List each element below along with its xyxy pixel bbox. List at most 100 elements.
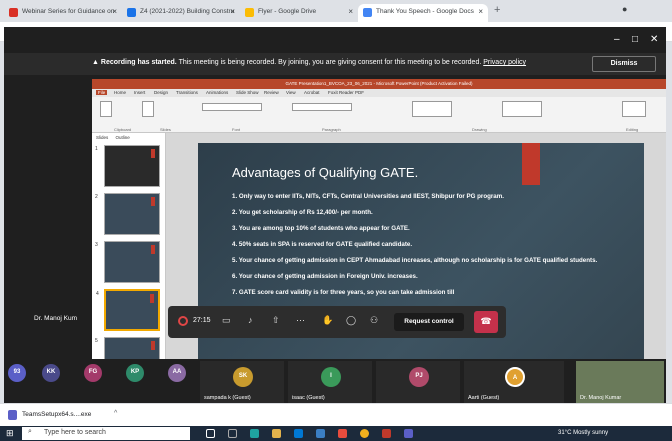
- ribbon-tab-design[interactable]: Design: [154, 90, 168, 95]
- group-clipboard: Clipboard: [114, 127, 132, 132]
- ribbon-tab-animations[interactable]: Animations: [206, 90, 228, 95]
- profile-icon[interactable]: ●: [622, 4, 627, 14]
- maximize-icon[interactable]: □: [632, 34, 638, 45]
- participant-tile[interactable]: I isaac (Guest): [288, 361, 372, 404]
- windows-start-icon[interactable]: ⊞: [6, 428, 14, 439]
- slide-thumb[interactable]: 1: [95, 145, 160, 187]
- classroom-icon: [127, 8, 136, 17]
- quick-styles-icon[interactable]: [502, 101, 542, 117]
- close-icon[interactable]: ✕: [650, 34, 658, 45]
- list-item: 7. GATE score card validity is for three…: [232, 289, 455, 296]
- task-view-icon[interactable]: [228, 429, 237, 438]
- gmail-icon: [9, 8, 18, 17]
- avatar[interactable]: 93: [8, 364, 26, 382]
- paragraph-controls[interactable]: [292, 103, 352, 111]
- share-icon[interactable]: ⇧: [272, 315, 280, 326]
- weather-status[interactable]: 31°C Mostly sunny: [558, 430, 608, 436]
- participant-tile[interactable]: PJ: [376, 361, 460, 404]
- ribbon-tab-foxit[interactable]: Foxit Reader PDF: [328, 90, 364, 95]
- meeting-titlebar: – □ ✕: [4, 27, 666, 53]
- avatar[interactable]: KP: [126, 364, 144, 382]
- participant-video[interactable]: Dr. Manoj Kumar: [576, 361, 664, 404]
- explorer-icon[interactable]: [272, 429, 281, 438]
- mail-icon[interactable]: [316, 429, 325, 438]
- slide-points: 1. Only way to enter IITs, NITs, CFTs, C…: [232, 193, 622, 305]
- chat-icon[interactable]: ◯: [346, 315, 356, 326]
- mic-off-icon[interactable]: ♪: [248, 315, 253, 325]
- slide-title: Advantages of Qualifying GATE.: [232, 165, 419, 180]
- ribbon-tab-insert[interactable]: Insert: [134, 90, 145, 95]
- teams-icon[interactable]: [404, 429, 413, 438]
- new-slide-icon[interactable]: [142, 101, 154, 117]
- participant-name: Aarti (Guest): [468, 395, 500, 401]
- meeting-timer: 27:15: [193, 317, 211, 324]
- ribbon-tab-file[interactable]: File: [96, 90, 108, 95]
- pane-tab-outline[interactable]: Outline: [116, 135, 130, 140]
- tab-docs[interactable]: Thank You Speech - Google Docs ×: [358, 4, 488, 22]
- shapes-gallery[interactable]: [412, 101, 452, 117]
- close-tab-icon[interactable]: ×: [230, 7, 235, 16]
- office-icon[interactable]: [338, 429, 347, 438]
- privacy-policy-link[interactable]: Privacy policy: [483, 59, 526, 66]
- current-slide[interactable]: Advantages of Qualifying GATE. 1. Only w…: [198, 143, 644, 381]
- more-icon[interactable]: ⋯: [296, 315, 305, 326]
- hang-up-button[interactable]: ☎: [474, 311, 498, 333]
- tab-webinar[interactable]: Webinar Series for Guidance on ×: [4, 4, 122, 22]
- avatar: A: [505, 367, 525, 387]
- powerpoint-icon[interactable]: [382, 429, 391, 438]
- recording-icon: [178, 316, 188, 326]
- taskbar-search[interactable]: ⌕ Type here to search: [22, 427, 190, 440]
- list-item: 5. Your chance of getting admission in C…: [232, 257, 598, 264]
- participant-tile[interactable]: A Aarti (Guest): [464, 361, 564, 404]
- dismiss-button[interactable]: Dismiss: [592, 56, 656, 72]
- minimize-icon[interactable]: –: [614, 34, 620, 45]
- group-slides: Slides: [160, 127, 171, 132]
- avatar: SK: [233, 367, 253, 387]
- ribbon-tab-view[interactable]: View: [286, 90, 296, 95]
- close-tab-icon[interactable]: ×: [478, 7, 483, 16]
- store-icon[interactable]: [294, 429, 303, 438]
- participant-name: sampada k (Guest): [204, 395, 251, 401]
- group-editing: Editing: [626, 127, 639, 132]
- recording-banner: ▲ Recording has started. This meeting is…: [4, 53, 666, 75]
- pane-tab-slides[interactable]: Slides: [96, 135, 108, 140]
- tab-drive[interactable]: Flyer - Google Drive ×: [240, 4, 358, 22]
- download-bar: TeamsSetupx64.s....exe ^: [0, 403, 672, 426]
- list-item: 4. 50% seats in SPA is reserved for GATE…: [232, 241, 413, 248]
- cortana-icon[interactable]: [206, 429, 215, 438]
- edge-icon[interactable]: [250, 429, 259, 438]
- raise-hand-icon[interactable]: ✋: [322, 315, 333, 326]
- new-tab-button[interactable]: +: [494, 4, 500, 16]
- slide-thumb-selected[interactable]: 4: [96, 289, 160, 331]
- ribbon-tab-slideshow[interactable]: Slide Show: [236, 90, 259, 95]
- tab-building[interactable]: Z4 (2021-2022) Building Constru ×: [122, 4, 240, 22]
- avatar[interactable]: KK: [42, 364, 60, 382]
- camera-off-icon[interactable]: ▭: [222, 315, 231, 326]
- ribbon-tab-acrobat[interactable]: Acrobat: [304, 90, 320, 95]
- participants-strip: 93 KK FG KP AA SK sampada k (Guest) I is…: [4, 359, 666, 405]
- browser-tab-strip: Webinar Series for Guidance on × Z4 (202…: [0, 0, 672, 22]
- ribbon-tab-transitions[interactable]: Transitions: [176, 90, 198, 95]
- request-control-button[interactable]: Request control: [394, 313, 464, 331]
- taskbar: ⊞ ⌕ Type here to search 31°C Mostly sunn…: [0, 426, 672, 441]
- participant-tile[interactable]: SK sampada k (Guest): [200, 361, 284, 404]
- chrome-icon[interactable]: [360, 429, 369, 438]
- warning-icon: ▲: [92, 59, 99, 66]
- group-drawing: Drawing: [472, 127, 487, 132]
- close-tab-icon[interactable]: ×: [348, 7, 353, 16]
- participants-icon[interactable]: ⚇: [370, 315, 378, 326]
- avatar[interactable]: AA: [168, 364, 186, 382]
- download-filename[interactable]: TeamsSetupx64.s....exe: [22, 411, 91, 418]
- chevron-up-icon[interactable]: ^: [114, 410, 117, 417]
- paste-icon[interactable]: [100, 101, 112, 117]
- ribbon-tab-home[interactable]: Home: [114, 90, 126, 95]
- slide-thumb[interactable]: 3: [95, 241, 160, 283]
- font-selector[interactable]: [202, 103, 262, 111]
- powerpoint-title: GATE Presentation1_BVCOA_23_06_2021 - Mi…: [92, 79, 666, 89]
- slide-thumb[interactable]: 2: [95, 193, 160, 235]
- ribbon-tab-review[interactable]: Review: [264, 90, 279, 95]
- close-tab-icon[interactable]: ×: [112, 7, 117, 16]
- avatar[interactable]: FG: [84, 364, 102, 382]
- slide-accent-bar: [522, 143, 540, 185]
- find-replace-icon[interactable]: [622, 101, 646, 117]
